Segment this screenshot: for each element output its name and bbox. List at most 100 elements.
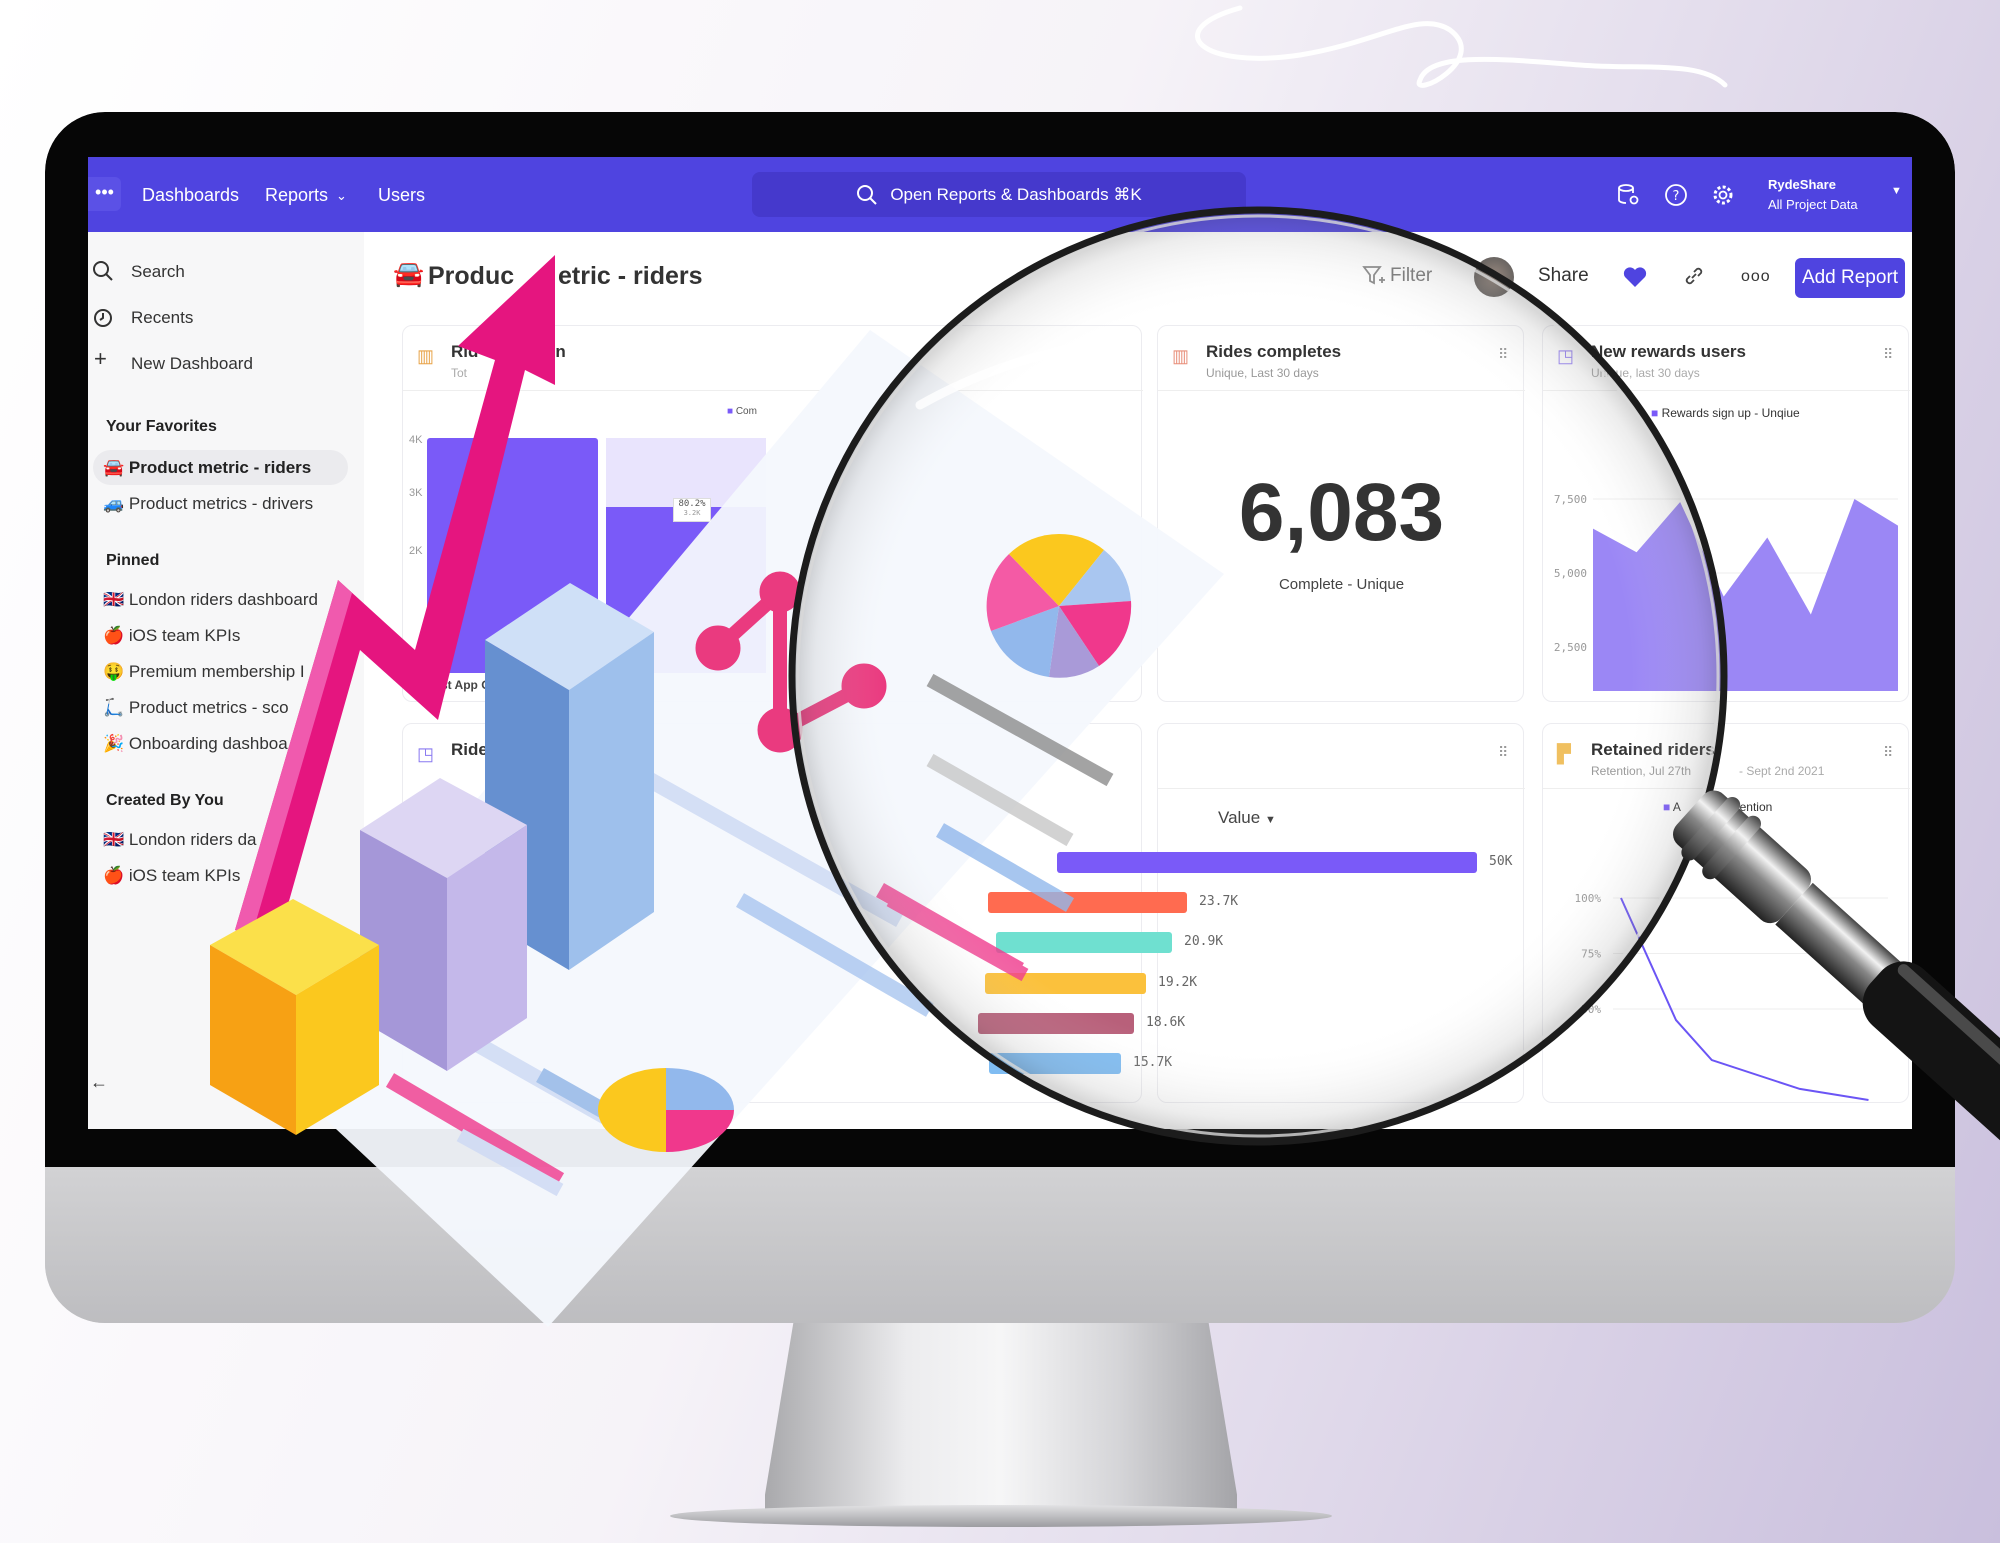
y-tick: 5,000 (1554, 567, 1587, 580)
filter-icon[interactable] (1362, 265, 1386, 287)
created-item[interactable]: 🇬🇧 London riders da (103, 830, 257, 850)
sidebar-new-dashboard[interactable]: New Dashboard (131, 354, 253, 374)
conversion-rate: 80.2% (678, 499, 706, 509)
legend-label-start: A (1672, 800, 1681, 814)
legend-swatch: ■ (727, 406, 734, 417)
monitor-chin (45, 1167, 1955, 1323)
apple-icon: 🍎 (103, 626, 125, 645)
link-icon[interactable] (1683, 265, 1705, 287)
drag-handle-icon[interactable]: ⠿ (1498, 744, 1508, 761)
card-rides-completes: ▥ Rides completes Unique, Last 30 days ⠿… (1157, 325, 1525, 702)
value-bar[interactable] (1057, 852, 1477, 873)
value-bar-label: 23.7K (1199, 894, 1239, 910)
card-subtitle: Tot (451, 366, 468, 380)
sort-dropdown[interactable]: Value ▼ (1218, 808, 1276, 828)
funnel-bar-step-1[interactable] (427, 438, 598, 673)
y-tick: 2K (409, 545, 423, 557)
pinned-heading[interactable]: Pinned (106, 552, 159, 570)
metric-value: 6,083 (1238, 467, 1445, 558)
sidebar: Search Recents + New Dashboard Your Favo… (88, 232, 364, 1129)
top-nav: ••• Dashboards Reports ⌄ Users Open Repo… (88, 157, 1912, 232)
value-bar-label: 19.2K (1158, 974, 1198, 990)
card-subtitle-start: Retention, Jul 27th (1591, 764, 1692, 778)
favorite-label: Product metrics - drivers (128, 494, 314, 513)
filter-button[interactable]: Filter (1390, 265, 1432, 287)
monitor-stand-base (670, 1505, 1332, 1527)
project-scope[interactable]: All Project Data (1768, 197, 1858, 212)
value-bar[interactable] (984, 972, 1146, 994)
drag-handle-icon[interactable]: ⠿ (1883, 346, 1893, 363)
card-title: Retained riders (1591, 740, 1715, 759)
value-bar[interactable] (996, 932, 1172, 954)
database-settings-icon[interactable] (1616, 183, 1640, 207)
card-ride-conversion: ▥ Rid on Tot ■ Com 4K 3K 2K 80.2% 3.2K st… (402, 325, 1143, 702)
nav-users[interactable]: Users (378, 185, 425, 206)
decorative-swirl (1195, 5, 1728, 88)
card-retained-riders: ▛ Retained riders Retention, Jul 27th - … (1542, 723, 1910, 1103)
search-input[interactable]: Open Reports & Dashboards ⌘K (752, 172, 1246, 217)
avatar[interactable] (1474, 257, 1514, 297)
sidebar-search[interactable]: Search (131, 262, 185, 282)
value-bar-label: 18.6K (1146, 1014, 1186, 1030)
pinned-item[interactable]: 🛴 Product metrics - sco (103, 698, 289, 718)
line-chart-icon: ◳ (417, 744, 435, 764)
conversion-count: 3.2K (683, 509, 701, 517)
search-icon (93, 261, 113, 281)
created-heading[interactable]: Created By You (106, 792, 224, 810)
nav-reports[interactable]: Reports (265, 185, 328, 206)
value-bar[interactable] (977, 1012, 1134, 1034)
y-tick: 7,500 (1554, 493, 1587, 506)
funnel-bar-step-2[interactable] (606, 507, 766, 673)
heart-icon[interactable] (1622, 265, 1648, 289)
party-popper-icon: 🎉 (103, 734, 125, 753)
more-options-button[interactable]: ooo (1741, 268, 1771, 286)
card-title-start: Rid (451, 342, 479, 361)
divider (1543, 390, 1910, 391)
sort-label: Value (1218, 808, 1261, 827)
pinned-item[interactable]: 🤑 Premium membership I (103, 662, 305, 682)
title-car-icon: 🚘 (393, 260, 425, 288)
value-bar[interactable] (989, 1053, 1121, 1074)
monitor-stand (765, 1323, 1237, 1518)
y-tick: 50% (1581, 1003, 1601, 1016)
created-item[interactable]: 🍎 iOS team KPIs (103, 866, 240, 886)
plus-icon: + (94, 346, 107, 371)
favorites-heading[interactable]: Your Favorites (106, 418, 217, 436)
search-icon (857, 184, 878, 205)
project-name[interactable]: RydeShare (1768, 177, 1836, 192)
sidebar-recents[interactable]: Recents (131, 308, 193, 328)
chevron-down-icon: ⌄ (336, 188, 347, 203)
help-icon[interactable]: ? (1664, 183, 1688, 207)
pinned-item[interactable]: 🎉 Onboarding dashboa (103, 734, 288, 754)
created-label: London riders da (128, 830, 257, 849)
created-label: iOS team KPIs (128, 866, 241, 885)
retention-line (1620, 897, 1869, 1102)
y-tick: 3K (409, 487, 423, 499)
legend-label-end: Retention (1720, 800, 1773, 814)
pinned-item[interactable]: 🍎 iOS team KPIs (103, 626, 240, 646)
y-tick: 2,500 (1554, 641, 1587, 654)
value-bar[interactable] (987, 892, 1187, 914)
legend-item: ■ Com (727, 406, 757, 417)
favorite-item-product-metric-riders[interactable]: 🚘 Product metric - riders (103, 458, 311, 478)
nav-dashboards[interactable]: Dashboards (142, 185, 239, 206)
dashboard-screen: ••• Dashboards Reports ⌄ Users Open Repo… (88, 157, 1912, 1129)
legend-swatch: ■ (1651, 406, 1659, 420)
drag-handle-icon[interactable]: ⠿ (1498, 346, 1508, 363)
share-button[interactable]: Share (1538, 265, 1589, 287)
conversion-tooltip: 80.2% 3.2K (673, 498, 711, 522)
caret-down-icon[interactable]: ▼ (1891, 185, 1902, 197)
drag-handle-icon[interactable]: ⠿ (1883, 744, 1893, 761)
pinned-item[interactable]: 🇬🇧 London riders dashboard (103, 590, 318, 610)
favorite-item-product-metrics-drivers[interactable]: 🚙 Product metrics - drivers (103, 494, 313, 514)
pinned-label: iOS team KPIs (128, 626, 241, 645)
dots-icon[interactable]: ••• (88, 177, 121, 211)
car-icon: 🚙 (103, 494, 125, 513)
scooter-icon: 🛴 (103, 698, 125, 717)
add-report-button[interactable]: Add Report (1795, 258, 1905, 298)
arrow-left-icon[interactable]: ← (90, 1072, 108, 1093)
gear-icon[interactable] (1711, 183, 1735, 207)
value-bar-label: 50K (1489, 854, 1513, 869)
divider (1158, 788, 1525, 789)
y-tick: 4K (409, 434, 423, 446)
